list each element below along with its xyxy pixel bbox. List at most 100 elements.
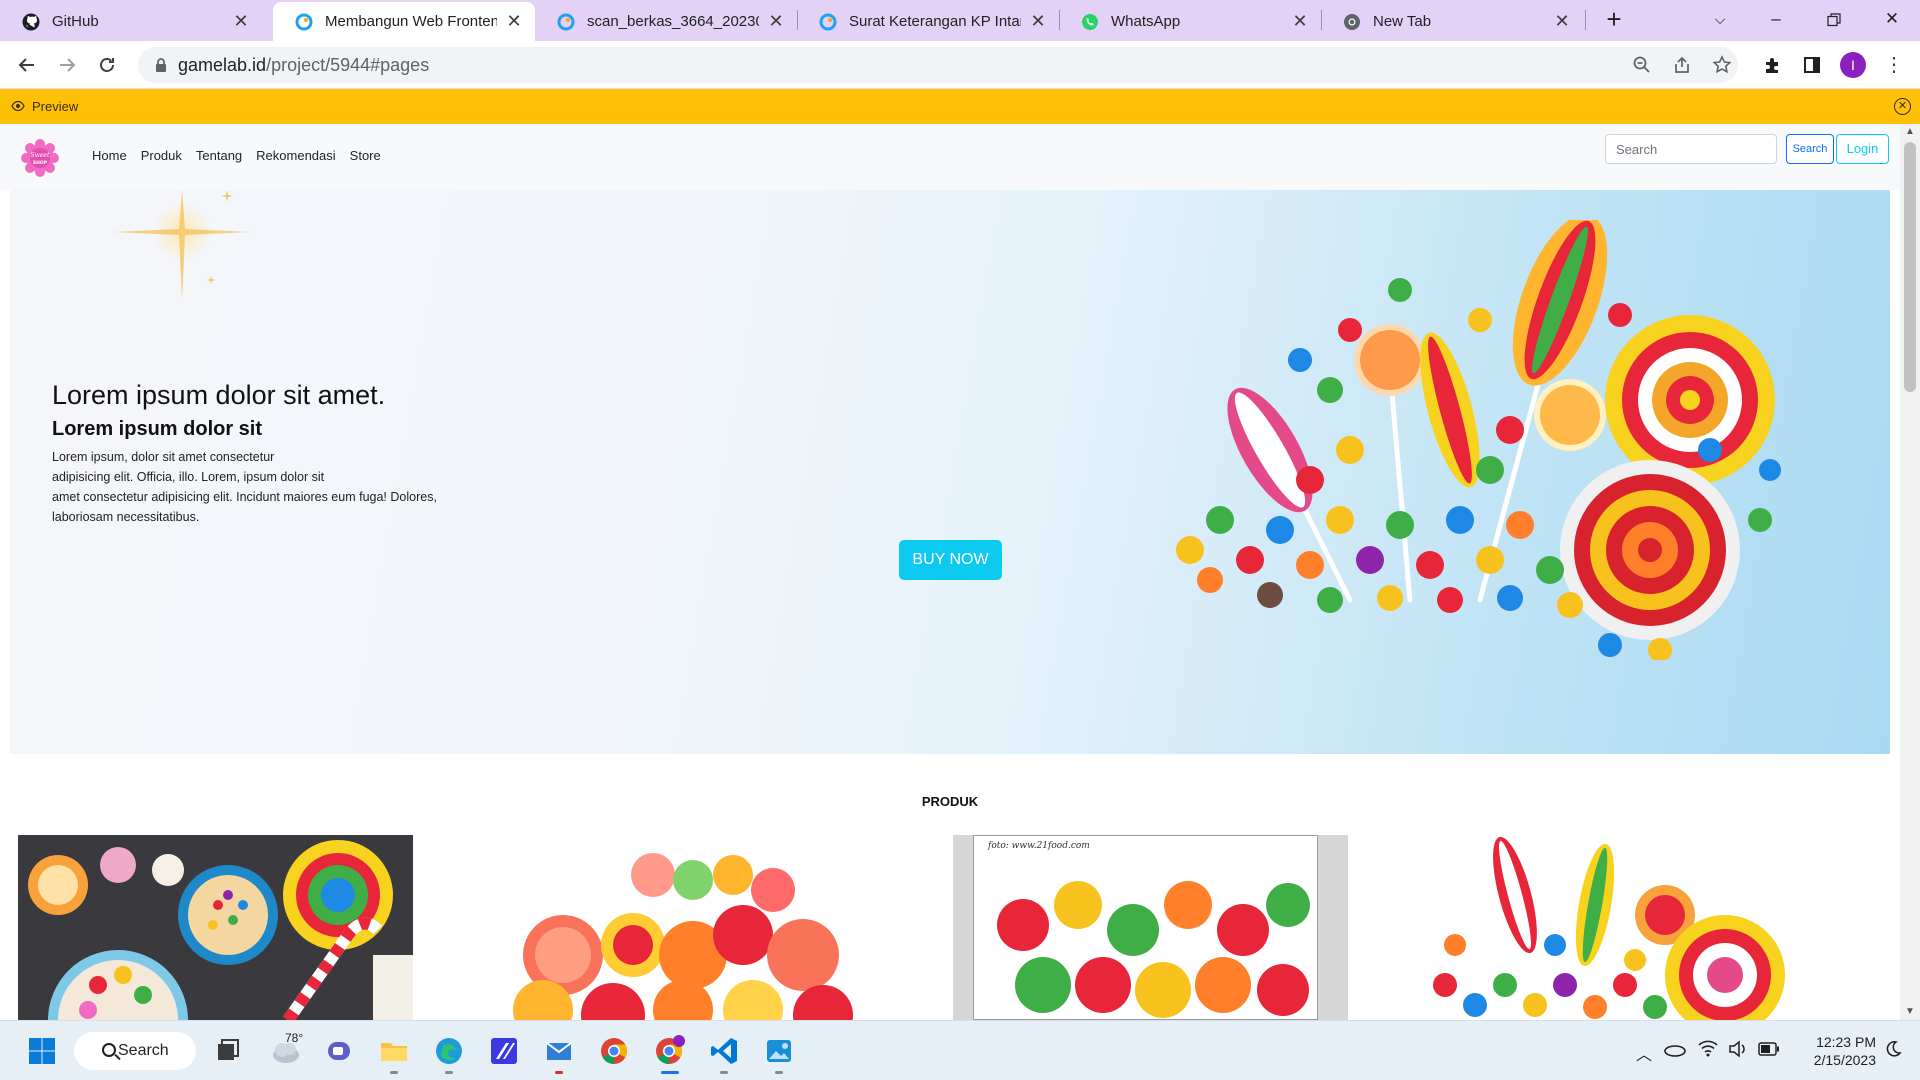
product-image-2[interactable] — [483, 835, 878, 1020]
task-view-icon[interactable] — [212, 1035, 244, 1067]
url-text[interactable]: gamelab.id/project/5944#pages — [178, 55, 429, 76]
tab-title: Surat Keterangan KP Intan n — [849, 13, 1021, 30]
close-tab-icon[interactable]: ✕ — [767, 11, 785, 32]
close-tab-icon[interactable]: ✕ — [505, 11, 523, 32]
gamelab-icon — [557, 13, 575, 31]
windows-taskbar: Search 78° ︿ 12:23 PM 2/15/2023 — [0, 1020, 1920, 1080]
tab-title: scan_berkas_3664_20230215 — [587, 13, 759, 30]
wifi-icon[interactable] — [1698, 1039, 1718, 1057]
notification-moon-icon[interactable] — [1884, 1040, 1902, 1058]
url-host: gamelab.id — [178, 55, 267, 75]
nav-link-produk[interactable]: Produk — [141, 148, 182, 163]
candy-bowl-photo — [18, 835, 413, 1020]
buy-now-button[interactable]: BUY NOW — [899, 540, 1002, 580]
product-image-3[interactable]: foto: www.21food.com — [953, 835, 1348, 1020]
reload-button[interactable] — [91, 49, 123, 81]
nav-links: Home Produk Tentang Rekomendasi Store — [92, 148, 381, 163]
photos-icon[interactable] — [763, 1035, 795, 1067]
product-image-1[interactable] — [18, 835, 413, 1020]
active-indicator — [661, 1071, 679, 1074]
sparkle-decoration — [114, 190, 250, 300]
candy-pile-image — [1176, 220, 1781, 660]
page-scrollbar[interactable]: ▲ ▼ — [1900, 124, 1920, 1020]
side-panel-button[interactable] — [1796, 49, 1828, 81]
teams-chat-icon[interactable] — [323, 1035, 355, 1067]
eye-icon — [11, 100, 25, 112]
nav-link-tentang[interactable]: Tentang — [196, 148, 242, 163]
site-search-input[interactable] — [1605, 134, 1777, 164]
file-explorer-icon[interactable] — [378, 1035, 410, 1067]
system-clock[interactable]: 12:23 PM 2/15/2023 — [1796, 1033, 1876, 1069]
hero-paragraph-line: adipisicing elit. Officia, illo. Lorem, … — [52, 470, 325, 484]
site-search-button[interactable]: Search — [1786, 134, 1834, 164]
arrow-left-icon — [18, 58, 34, 72]
nav-link-rekomendasi[interactable]: Rekomendasi — [256, 148, 336, 163]
browser-tab-strip: GitHub ✕ Membangun Web Frontend ✕ scan_b… — [0, 0, 1920, 41]
tab-membangun-web[interactable]: Membangun Web Frontend ✕ — [273, 2, 535, 41]
share-icon[interactable] — [1670, 53, 1694, 77]
restore-icon — [1827, 13, 1841, 27]
scroll-down-arrow-icon[interactable]: ▼ — [1900, 1004, 1920, 1020]
sweet-shop-logo[interactable]: Sweet SHOP — [18, 138, 62, 178]
mail-icon[interactable] — [543, 1035, 575, 1067]
close-tab-icon[interactable]: ✕ — [1553, 11, 1571, 32]
tab-scan-berkas[interactable]: scan_berkas_3664_20230215 ✕ — [535, 2, 797, 41]
running-indicator — [555, 1071, 563, 1074]
tab-search-chevron-icon[interactable]: ⌵ — [1692, 0, 1748, 41]
browser-toolbar: gamelab.id/project/5944#pages I ⋮ — [0, 41, 1920, 89]
forward-button[interactable] — [51, 49, 83, 81]
running-indicator — [390, 1071, 398, 1074]
vscode-icon[interactable] — [708, 1035, 740, 1067]
url-path: /project/5944#pages — [266, 55, 430, 75]
product-image-4[interactable] — [1415, 835, 1810, 1020]
tab-title: WhatsApp — [1111, 13, 1181, 30]
tab-github[interactable]: GitHub ✕ — [0, 2, 262, 41]
gamelab-icon — [819, 13, 837, 31]
close-window-button[interactable]: ✕ — [1864, 0, 1920, 41]
lock-icon[interactable] — [152, 56, 170, 74]
github-icon — [22, 13, 40, 31]
taskbar-search[interactable]: Search — [74, 1032, 196, 1070]
bookmark-star-icon[interactable] — [1710, 53, 1734, 77]
restore-button[interactable] — [1806, 0, 1862, 41]
tab-title: GitHub — [52, 13, 99, 30]
clock-time: 12:23 PM — [1816, 1034, 1876, 1050]
scroll-up-arrow-icon[interactable]: ▲ — [1900, 124, 1920, 140]
hero-paragraph-line: laboriosam necessitatibus. — [52, 510, 200, 524]
minimize-button[interactable]: – — [1748, 0, 1804, 41]
nav-link-store[interactable]: Store — [350, 148, 381, 163]
close-tab-icon[interactable]: ✕ — [1291, 11, 1309, 32]
tab-separator — [1585, 10, 1586, 30]
address-bar[interactable]: gamelab.id/project/5944#pages — [138, 47, 1738, 83]
volume-icon[interactable] — [1728, 1040, 1748, 1058]
tab-whatsapp[interactable]: WhatsApp ✕ — [1059, 2, 1321, 41]
reload-icon — [100, 58, 114, 72]
preview-label: Preview — [32, 99, 79, 114]
scrollbar-thumb[interactable] — [1904, 142, 1916, 392]
preview-bar: Preview ✕ — [0, 89, 1920, 124]
tray-overflow-chevron-icon[interactable]: ︿ — [1636, 1041, 1652, 1065]
edge-browser-icon[interactable] — [433, 1035, 465, 1067]
running-indicator — [720, 1071, 728, 1074]
windows-start-icon[interactable] — [26, 1035, 58, 1067]
nav-link-home[interactable]: Home — [92, 148, 127, 163]
menu-kebab-icon[interactable]: ⋮ — [1878, 49, 1910, 81]
onedrive-cloud-icon[interactable] — [1664, 1041, 1686, 1057]
chrome-profile-taskbar-icon[interactable] — [653, 1035, 685, 1067]
chrome-taskbar-icon[interactable] — [598, 1035, 630, 1067]
new-tab-button[interactable]: + — [1600, 6, 1628, 34]
login-button[interactable]: Login — [1836, 134, 1889, 164]
battery-icon[interactable] — [1758, 1042, 1780, 1056]
close-tab-icon[interactable]: ✕ — [232, 11, 250, 32]
close-tab-icon[interactable]: ✕ — [1029, 11, 1047, 32]
tab-surat-keterangan[interactable]: Surat Keterangan KP Intan n ✕ — [797, 2, 1059, 41]
back-button[interactable] — [11, 49, 43, 81]
profile-avatar[interactable]: I — [1840, 52, 1866, 78]
hero-subheading: Lorem ipsum dolor sit — [52, 418, 263, 440]
close-preview-icon[interactable]: ✕ — [1894, 98, 1911, 115]
extensions-button[interactable] — [1757, 49, 1789, 81]
zoom-icon[interactable] — [1630, 53, 1654, 77]
tab-new-tab[interactable]: New Tab ✕ — [1321, 2, 1583, 41]
powerautomate-icon[interactable] — [488, 1035, 520, 1067]
running-indicator — [445, 1071, 453, 1074]
